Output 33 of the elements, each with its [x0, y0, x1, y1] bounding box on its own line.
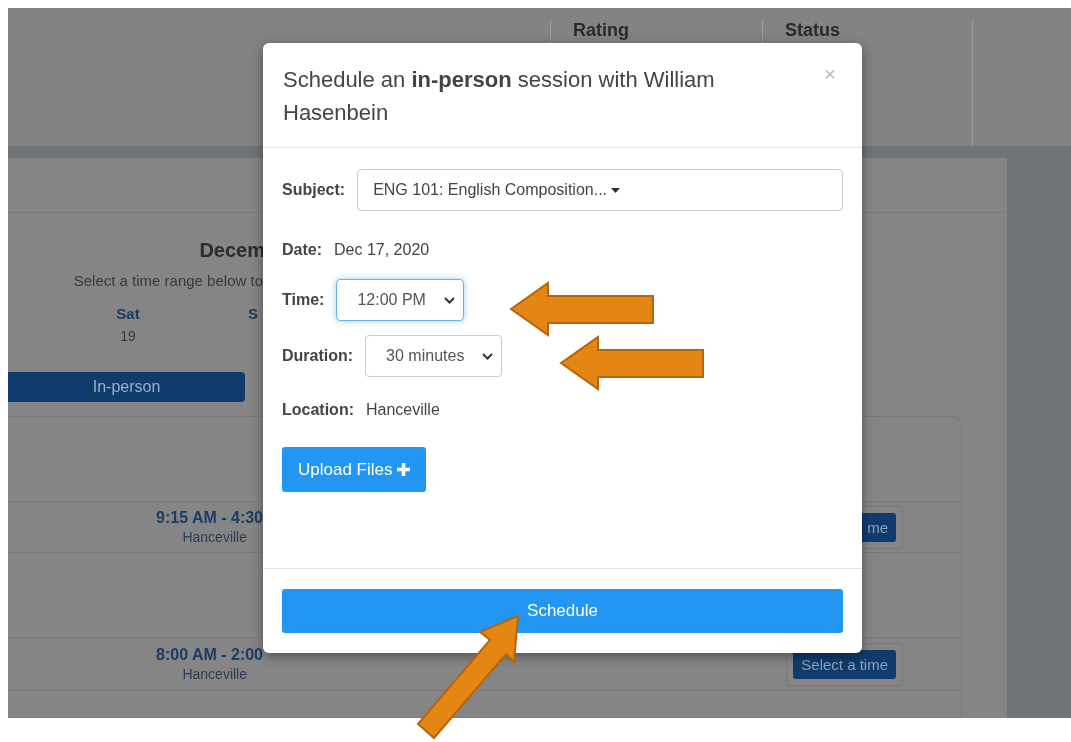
field-value: Dec 17, 2020 [334, 241, 430, 259]
field-label: Subject: [282, 181, 346, 199]
location-text: Hanceville [182, 666, 247, 682]
modal-title: Schedule an in-person session with William Hasenbein [283, 66, 716, 127]
in-person-button[interactable]: In-person [8, 372, 245, 402]
date-number: 19 [120, 328, 136, 344]
schedule-button[interactable]: Schedule [282, 589, 843, 633]
caret-icon [611, 187, 620, 193]
subject-dropdown[interactable]: ENG 101: English Composition... [357, 169, 843, 211]
arrow-icon [559, 335, 704, 391]
arrow-icon [416, 614, 520, 740]
column-header: Status [785, 20, 840, 40]
month-heading: Decem [199, 239, 265, 262]
chevron-down-icon [443, 296, 455, 304]
weekday-label: S [248, 305, 258, 322]
instruction-text: Select a time range below to [73, 272, 263, 289]
field-label: Location: [282, 401, 354, 419]
time-range: 8:00 AM - 2:00 [156, 646, 263, 664]
field-value: Hanceville [366, 401, 440, 419]
chevron-down-icon [482, 352, 494, 360]
field-label: Duration: [282, 347, 354, 365]
field-label: Date: [282, 241, 322, 259]
time-range: 9:15 AM - 4:30 [156, 509, 263, 527]
arrow-icon [509, 281, 654, 337]
select-field[interactable]: 12:00 PM [336, 279, 464, 321]
select-field[interactable]: 30 minutes [365, 335, 503, 377]
select-time-button[interactable]: Select a time [793, 649, 896, 679]
upload-files-button[interactable]: Upload Files [282, 447, 426, 492]
weekday-label: Sat [116, 305, 140, 322]
field-label: Time: [282, 291, 325, 309]
column-header: Rating [573, 20, 629, 40]
plus-icon [396, 463, 410, 476]
location-text: Hanceville [182, 529, 247, 545]
